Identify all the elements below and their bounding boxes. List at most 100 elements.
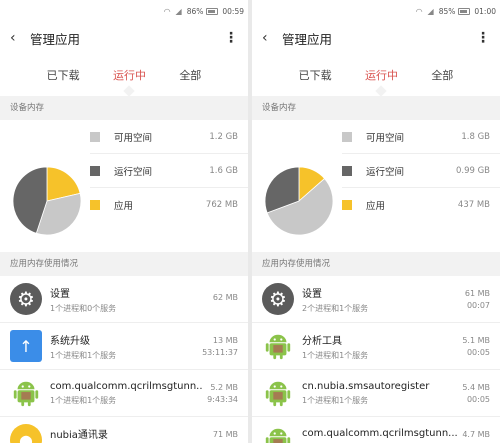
app-meta: 71 MB 81:55:34 [202, 430, 238, 443]
android-icon [262, 377, 294, 409]
app-processes: 1个进程和1个服务 [302, 395, 369, 405]
android-icon [10, 377, 42, 409]
apps-swatch [342, 200, 352, 210]
screen-left: ◠ ◢ 86% 00:59 ‹ 管理应用 ⋮ 已下载 运行中 全部 设备内存 可… [0, 0, 248, 443]
app-name: 设置 [302, 288, 322, 300]
app-list: ⚙ 设置 1个进程和0个服务 62 MB ↑ 系统升级 1个进程和1个服务 13… [0, 276, 248, 443]
system-update-icon: ↑ [10, 330, 42, 362]
legend-value: 1.8 GB [461, 131, 490, 142]
signal-icon: ◢ [175, 6, 182, 16]
free-swatch [342, 131, 352, 142]
running-swatch [342, 165, 352, 176]
app-meta: 5.4 MB 00:05 [462, 383, 490, 404]
battery-percent: 85% [438, 6, 456, 16]
app-name: nubia通讯录 [50, 429, 108, 441]
legend-running: 运行空间 1.6 GB [90, 154, 248, 188]
legend-value: 437 MB [457, 200, 490, 210]
apps-swatch [90, 200, 100, 210]
wifi-icon: ◠ [163, 6, 171, 16]
free-swatch [90, 131, 100, 142]
legend-label: 应用 [114, 201, 134, 212]
app-memory-size: 13 MB [212, 335, 238, 345]
app-row[interactable]: 分析工具 1个进程和1个服务 5.1 MB 00:05 [252, 323, 500, 370]
app-processes: 1个进程和1个服务 [50, 395, 117, 405]
app-text: cn.nubia.smsautoregister 1个进程和1个服务 [302, 381, 458, 406]
legend-label: 运行空间 [114, 166, 153, 178]
app-meta: 62 MB [213, 293, 238, 305]
app-run-time: 53:11:37 [202, 347, 238, 357]
legend-label: 应用 [366, 201, 386, 212]
app-row[interactable]: ↑ 系统升级 1个进程和1个服务 13 MB 53:11:37 [0, 323, 248, 370]
storage-panel: 可用空间 1.8 GB 运行空间 0.99 GB 应用 437 MB [252, 120, 500, 252]
status-bar: ◠ ◢ 85% 01:00 [252, 0, 500, 22]
app-text: nubia通讯录 1个进程和1个服务 [50, 426, 198, 443]
screen-right: ◠ ◢ 85% 01:00 ‹ 管理应用 ⋮ 已下载 运行中 全部 设备内存 可… [252, 0, 500, 443]
back-arrow-icon[interactable]: ‹ [10, 30, 26, 46]
android-icon [262, 330, 294, 362]
app-memory-size: 4.7 MB [462, 429, 490, 439]
legend-value: 1.2 GB [209, 131, 238, 142]
app-run-time: 00:05 [466, 394, 490, 404]
app-memory-size: 71 MB [212, 429, 238, 439]
running-swatch [90, 165, 100, 176]
tab-all[interactable]: 全部 [179, 61, 201, 89]
tab-all[interactable]: 全部 [431, 61, 453, 89]
gear-icon: ⚙ [262, 283, 294, 315]
tab-downloaded[interactable]: 已下载 [47, 61, 80, 89]
app-bar: ‹ 管理应用 ⋮ [0, 22, 248, 54]
page-title: 管理应用 [282, 31, 333, 47]
app-name: 系统升级 [50, 335, 90, 347]
tab-running[interactable]: 运行中 [365, 61, 398, 89]
app-name: com.qualcomm.qcrilmsgtunn... [50, 380, 204, 392]
more-menu-icon[interactable]: ⋮ [224, 30, 238, 46]
app-meta: 4.7 MB 00:12 [462, 430, 490, 443]
app-processes: 2个进程和1个服务 [302, 303, 369, 313]
apps-section-header: 应用内存使用情况 [252, 252, 500, 276]
app-run-time: 00:07 [466, 300, 490, 310]
tab-bar: 已下载 运行中 全部 [0, 54, 248, 96]
apps-section-header: 应用内存使用情况 [0, 252, 248, 276]
app-meta: 13 MB 53:11:37 [202, 336, 238, 357]
back-arrow-icon[interactable]: ‹ [262, 30, 278, 46]
app-meta: 61 MB 00:07 [465, 289, 490, 310]
app-processes: 1个进程和1个服务 [302, 350, 369, 360]
storage-panel: 可用空间 1.2 GB 运行空间 1.6 GB 应用 762 MB [0, 120, 248, 252]
android-icon [262, 424, 294, 443]
app-row[interactable]: ⚙ 设置 2个进程和1个服务 61 MB 00:07 [252, 276, 500, 323]
app-memory-size: 62 MB [212, 293, 238, 302]
app-text: 系统升级 1个进程和1个服务 [50, 332, 198, 361]
app-memory-size: 5.2 MB [210, 382, 238, 392]
app-row[interactable]: cn.nubia.smsautoregister 1个进程和1个服务 5.4 M… [252, 370, 500, 417]
legend-label: 可用空间 [366, 132, 405, 144]
app-run-time: 00:05 [466, 347, 490, 357]
legend-value: 762 MB [205, 200, 238, 210]
app-bar: ‹ 管理应用 ⋮ [252, 22, 500, 54]
tab-bar: 已下载 运行中 全部 [252, 54, 500, 96]
app-name: 设置 [50, 288, 70, 300]
storage-section-header: 设备内存 [0, 96, 248, 120]
app-row[interactable]: com.qualcomm.qcrilmsgtunn... 1个进程和1个服务 4… [252, 417, 500, 443]
app-row[interactable]: com.qualcomm.qcrilmsgtunn... 1个进程和1个服务 5… [0, 370, 248, 417]
app-row[interactable]: ⚙ 设置 1个进程和0个服务 62 MB [0, 276, 248, 323]
app-memory-size: 5.4 MB [462, 382, 490, 392]
app-text: 设置 1个进程和0个服务 [50, 285, 209, 314]
legend-apps: 应用 437 MB [342, 188, 500, 222]
app-text: com.qualcomm.qcrilmsgtunn... 1个进程和1个服务 [302, 428, 458, 443]
pie-svg [264, 166, 334, 236]
gear-icon: ⚙ [10, 283, 42, 315]
tab-downloaded[interactable]: 已下载 [299, 61, 332, 89]
battery-icon [206, 7, 219, 15]
more-menu-icon[interactable]: ⋮ [476, 30, 490, 46]
tab-running[interactable]: 运行中 [113, 61, 146, 89]
app-meta: 5.1 MB 00:05 [462, 336, 490, 357]
app-row[interactable]: ● nubia通讯录 1个进程和1个服务 71 MB 81:55:34 [0, 417, 248, 443]
app-list: ⚙ 设置 2个进程和1个服务 61 MB 00:07 分析工具 1个进程和1个服… [252, 276, 500, 443]
app-meta: 5.2 MB 9:43:34 [207, 383, 238, 404]
status-time: 00:59 [222, 6, 244, 16]
app-processes: 1个进程和0个服务 [50, 303, 117, 313]
app-memory-size: 61 MB [464, 288, 490, 298]
app-memory-size: 5.1 MB [462, 335, 490, 345]
app-name: cn.nubia.smsautoregister [302, 380, 430, 392]
app-text: 设置 2个进程和1个服务 [302, 285, 461, 314]
legend-apps: 应用 762 MB [90, 188, 248, 222]
